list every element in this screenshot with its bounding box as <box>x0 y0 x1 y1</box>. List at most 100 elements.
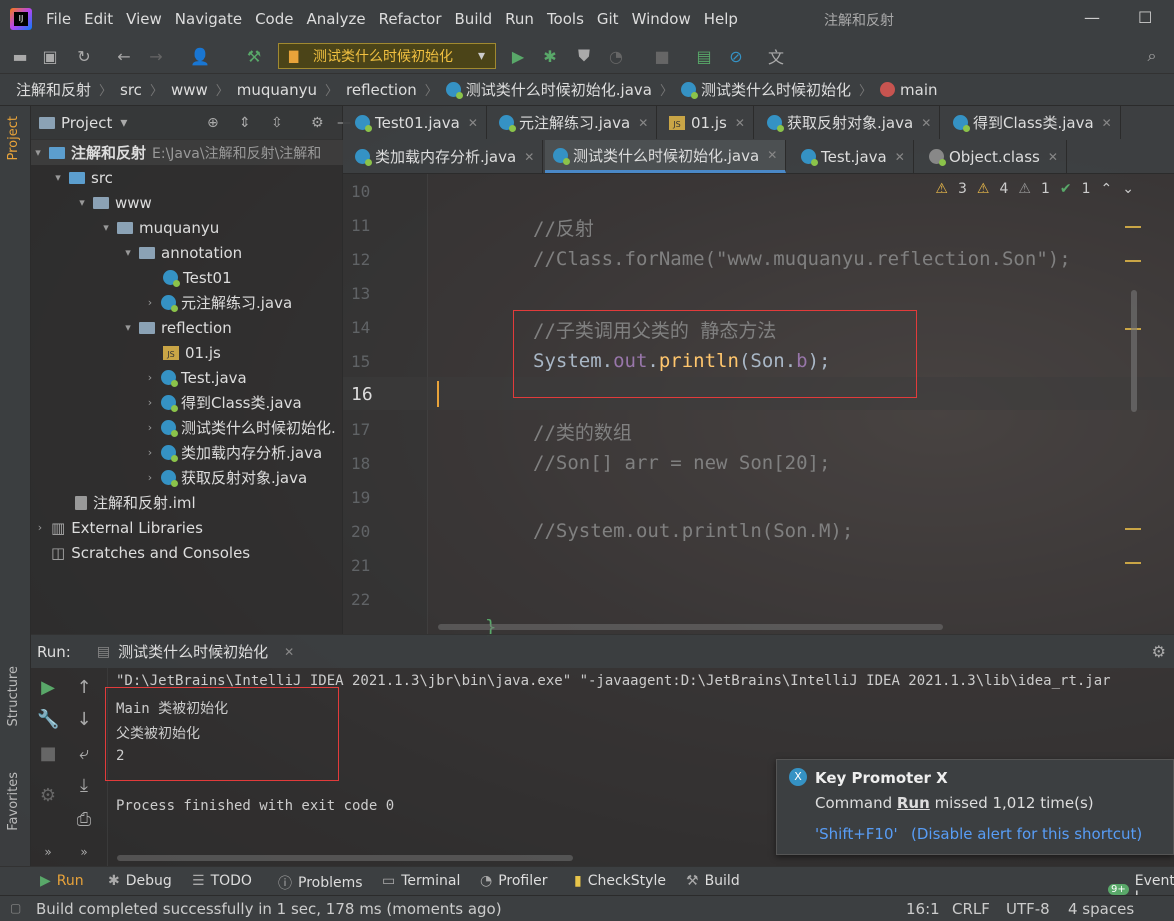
project-view-selector[interactable]: Project <box>61 114 112 132</box>
menu-tools[interactable]: Tools <box>547 10 584 28</box>
menu-edit[interactable]: Edit <box>84 10 113 28</box>
scroll-to-end-icon[interactable]: ⤓ <box>73 775 95 796</box>
more-icon[interactable]: » <box>73 845 95 859</box>
code-editor[interactable]: 10 11 12 13 14 15 16 17 18 19 20 21 22 ⚠… <box>343 174 1174 638</box>
translate-icon[interactable]: 文 <box>766 46 786 67</box>
breadcrumb-project[interactable]: 注解和反射 <box>16 79 91 100</box>
tool-tab-problems[interactable]: ⓘ Problems <box>278 873 363 893</box>
tree-item-meta-annotation[interactable]: › 元注解练习.java <box>143 290 292 315</box>
disable-alert-link[interactable]: (Disable alert for this shortcut) <box>911 825 1142 843</box>
close-icon[interactable]: ✕ <box>638 116 648 130</box>
menu-build[interactable]: Build <box>455 10 493 28</box>
editor-horizontal-scrollbar[interactable] <box>438 624 943 630</box>
tree-item-annotation[interactable]: ▾ annotation <box>121 240 242 265</box>
tool-tab-debug[interactable]: ✱ Debug <box>108 873 172 889</box>
gear-icon[interactable]: ⚙ <box>1152 642 1166 661</box>
breadcrumb-reflection[interactable]: reflection <box>346 81 417 99</box>
tree-item-get-reflect[interactable]: › 获取反射对象.java <box>143 465 307 490</box>
tool-tab-build[interactable]: ⚒ Build <box>686 873 740 889</box>
close-icon[interactable]: ✕ <box>468 116 478 130</box>
menu-run[interactable]: Run <box>505 10 534 28</box>
breadcrumb-www[interactable]: www <box>171 81 208 99</box>
more-icon[interactable]: » <box>37 845 59 859</box>
tab-test01[interactable]: Test01.java ✕ <box>347 106 487 139</box>
disable-icon[interactable]: ⊘ <box>726 46 746 66</box>
shortcut-link[interactable]: 'Shift+F10' <box>815 825 898 843</box>
user-icon[interactable]: 👤 <box>190 46 210 66</box>
tab-get-class[interactable]: 得到Class类.java ✕ <box>945 106 1121 139</box>
layout-icon[interactable]: ▢ <box>10 901 21 915</box>
tab-object-class[interactable]: Object.class ✕ <box>921 140 1067 173</box>
search-icon[interactable]: ⌕ <box>1142 46 1162 66</box>
tree-item-test-java[interactable]: › Test.java <box>143 365 247 390</box>
tree-root[interactable]: ▾ 注解和反射 E:\Java\注解和反射\注解和 <box>31 140 343 165</box>
monitor-icon[interactable]: ▤ <box>694 46 714 66</box>
indent-setting[interactable]: 4 spaces <box>1068 900 1134 918</box>
project-tool-tab[interactable]: Project <box>6 116 21 160</box>
run-tab[interactable]: 测试类什么时候初始化 <box>118 641 268 662</box>
menu-analyze[interactable]: Analyze <box>306 10 365 28</box>
menu-git[interactable]: Git <box>597 10 619 28</box>
menu-window[interactable]: Window <box>632 10 691 28</box>
menu-file[interactable]: File <box>46 10 71 28</box>
tab-meta-annotation[interactable]: 元注解练习.java ✕ <box>491 106 658 139</box>
file-encoding[interactable]: UTF-8 <box>1006 900 1050 918</box>
console-horizontal-scrollbar[interactable] <box>117 855 573 861</box>
scroll-down-icon[interactable]: ↓ <box>73 709 95 730</box>
tab-class-load[interactable]: 类加载内存分析.java ✕ <box>347 140 544 173</box>
close-icon[interactable]: ✕ <box>284 645 294 659</box>
build-hammer-icon[interactable]: ⚒ <box>244 46 264 66</box>
maximize-icon[interactable]: ☐ <box>1138 8 1152 27</box>
scroll-up-icon[interactable]: ↑ <box>73 677 95 698</box>
breadcrumb-file[interactable]: 测试类什么时候初始化.java <box>445 79 652 100</box>
tab-test-java[interactable]: Test.java ✕ <box>793 140 914 173</box>
sync-icon[interactable]: ↻ <box>74 46 94 66</box>
forward-icon[interactable]: → <box>146 46 166 66</box>
close-icon[interactable]: ✕ <box>1048 150 1058 164</box>
close-icon[interactable]: ✕ <box>1102 116 1112 130</box>
chevron-down-icon[interactable]: ▾ <box>120 115 127 131</box>
menu-refactor[interactable]: Refactor <box>379 10 442 28</box>
soft-wrap-icon[interactable]: ⤶ <box>73 743 95 764</box>
tool-tab-profiler[interactable]: ◔ Profiler <box>480 873 548 889</box>
line-separator[interactable]: CRLF <box>952 900 990 918</box>
close-icon[interactable]: ✕ <box>524 150 534 164</box>
breadcrumb-method[interactable]: main <box>880 81 938 99</box>
tree-item-muquanyu[interactable]: ▾ muquanyu <box>99 215 219 240</box>
breadcrumb-class[interactable]: 测试类什么时候初始化 <box>681 79 851 100</box>
breadcrumb-src[interactable]: src <box>120 81 142 99</box>
tree-item-test01[interactable]: Test01 <box>163 265 232 290</box>
tool-tab-checkstyle[interactable]: ▮ CheckStyle <box>574 873 666 889</box>
run-icon[interactable]: ▶ <box>508 46 528 66</box>
stop-icon[interactable]: ■ <box>652 46 672 66</box>
tab-get-reflect[interactable]: 获取反射对象.java ✕ <box>759 106 941 139</box>
tool-tab-terminal[interactable]: ▭ Terminal <box>382 873 460 889</box>
inspection-widget[interactable]: ⚠ 3 ⚠ 4 ⚠ 1 ✔ 1 ⌃ ⌄ <box>935 181 1134 197</box>
tree-item-www[interactable]: ▾ www <box>75 190 152 215</box>
menu-code[interactable]: Code <box>255 10 293 28</box>
previous-highlight-icon[interactable]: ⌃ <box>1101 181 1113 197</box>
open-folder-icon[interactable]: ▬ <box>10 46 30 66</box>
tree-item-reflection[interactable]: ▾ reflection <box>121 315 232 340</box>
save-icon[interactable]: ▣ <box>40 46 60 66</box>
debug-icon[interactable]: ✱ <box>540 46 560 66</box>
close-icon[interactable]: ✕ <box>767 148 777 162</box>
breadcrumb-muquanyu[interactable]: muquanyu <box>237 81 317 99</box>
back-icon[interactable]: ← <box>114 46 134 66</box>
tree-item-iml[interactable]: 注解和反射.iml <box>75 490 196 515</box>
close-icon[interactable]: ✕ <box>735 116 745 130</box>
locate-icon[interactable]: ⊕ <box>207 115 219 131</box>
caret-position[interactable]: 16:1 <box>906 900 940 918</box>
favorites-tool-tab[interactable]: Favorites <box>6 772 21 831</box>
tab-01js[interactable]: JS 01.js ✕ <box>661 106 754 139</box>
rerun-icon[interactable]: ▶ <box>37 677 59 698</box>
wrench-icon[interactable]: 🔧 <box>37 709 59 730</box>
camera-icon[interactable]: ⚙ <box>37 785 59 806</box>
tree-item-get-class[interactable]: › 得到Class类.java <box>143 390 302 415</box>
tool-tab-run[interactable]: ▶ Run <box>40 873 84 889</box>
tree-item-init-test[interactable]: › 测试类什么时候初始化. <box>143 415 336 440</box>
structure-tool-tab[interactable]: Structure <box>6 666 21 726</box>
stop-icon[interactable]: ■ <box>37 743 59 764</box>
next-highlight-icon[interactable]: ⌄ <box>1122 181 1134 197</box>
gear-icon[interactable]: ⚙ <box>311 115 324 131</box>
